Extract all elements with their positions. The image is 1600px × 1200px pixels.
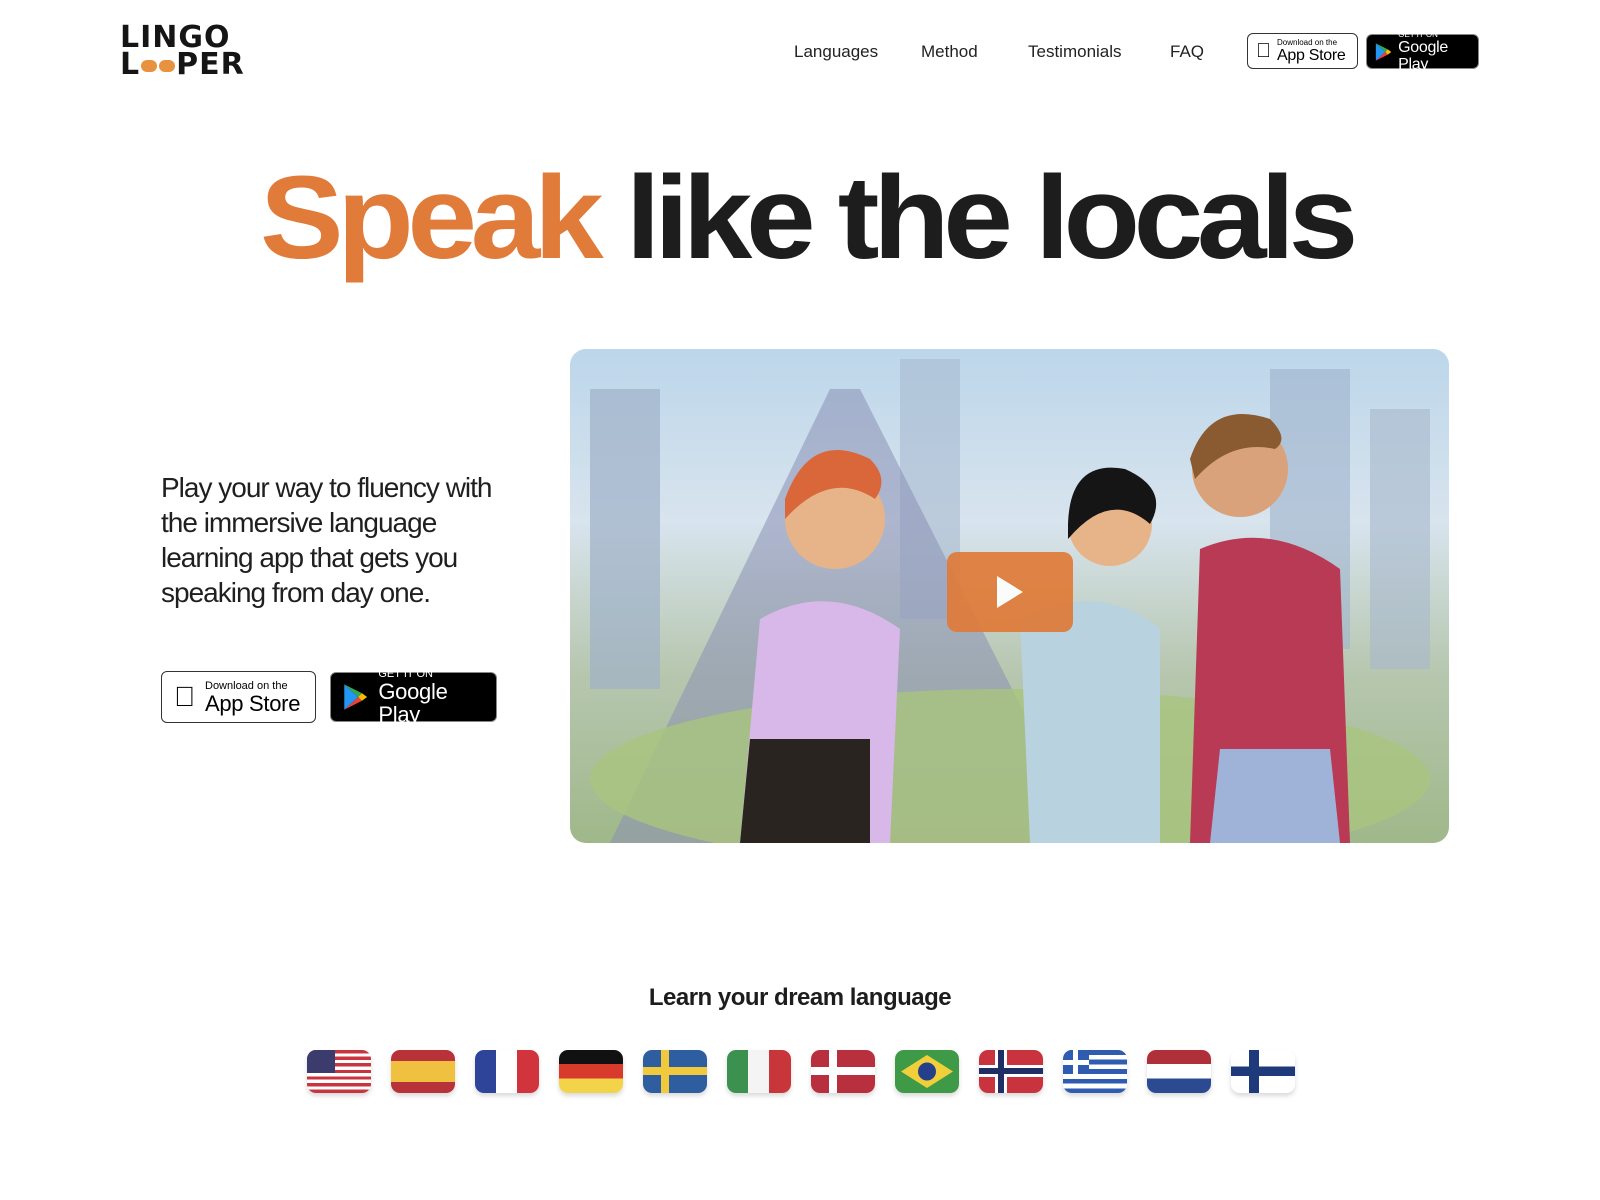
header-google-play-button[interactable]: GET IT ON Google Play [1366,30,1479,73]
flag-canton [307,1050,335,1073]
flag-canton [1063,1050,1089,1074]
logo-l: L [120,47,141,82]
logo[interactable]: LINGO L PER [120,23,245,80]
hero-paragraph: Play your way to fluency with the immers… [161,472,493,608]
play-icon [997,576,1023,608]
header-app-store-button[interactable]:  Download on theApp Store [1247,33,1358,69]
logo-per: PER [176,47,245,82]
flag-fi[interactable] [1231,1050,1295,1093]
app-store-button[interactable]:  Download on theApp Store [161,671,316,723]
flag-es[interactable] [391,1050,455,1093]
apple-icon:  [1256,40,1271,63]
language-flags [307,1050,1295,1093]
badge-big-text: Google Play [378,679,448,727]
headline-rest: like the locals [625,152,1359,284]
flag-diamond [901,1055,953,1088]
google-play-icon [1375,42,1392,61]
logo-line2: L PER [120,50,245,80]
apple-icon:  [174,681,195,713]
flag-dk[interactable] [811,1050,875,1093]
play-button[interactable] [947,552,1073,632]
nav-method[interactable]: Method [921,42,978,62]
flag-fr[interactable] [475,1050,539,1093]
flag-de[interactable] [559,1050,623,1093]
flag-gr[interactable] [1063,1050,1127,1093]
nav-languages[interactable]: Languages [794,42,878,62]
headline-accent: Speak [260,152,604,284]
speech-bubble-icon [159,59,176,72]
badge-small-text: Download on the [184,679,288,692]
badge-big-text: App Store [1262,47,1346,64]
flag-cross [661,1050,669,1093]
nav-faq[interactable]: FAQ [1170,42,1204,62]
speech-bubble-icon [141,59,158,72]
hero-video[interactable] [570,349,1449,843]
hero-headline: Speak like the locals [260,150,1358,284]
flag-se[interactable] [643,1050,707,1093]
flag-cross [979,1050,1043,1093]
flag-br[interactable] [895,1050,959,1093]
badge-small-text: GET IT ON [1398,30,1438,39]
badge-big-text: Google Play [1398,39,1448,73]
flag-it[interactable] [727,1050,791,1093]
badge-small-text: Download on the [1262,38,1337,47]
google-play-button[interactable]: GET IT ON Google Play [330,668,497,726]
flag-no[interactable] [979,1050,1043,1093]
flag-cross [829,1050,837,1093]
flag-us[interactable] [307,1050,371,1093]
flag-cross [1249,1050,1259,1093]
google-play-icon [344,684,368,710]
languages-title: Learn your dream language [648,984,952,1011]
badge-big-text: App Store [184,690,300,716]
flag-nl[interactable] [1147,1050,1211,1093]
nav-testimonials[interactable]: Testimonials [1028,42,1122,62]
